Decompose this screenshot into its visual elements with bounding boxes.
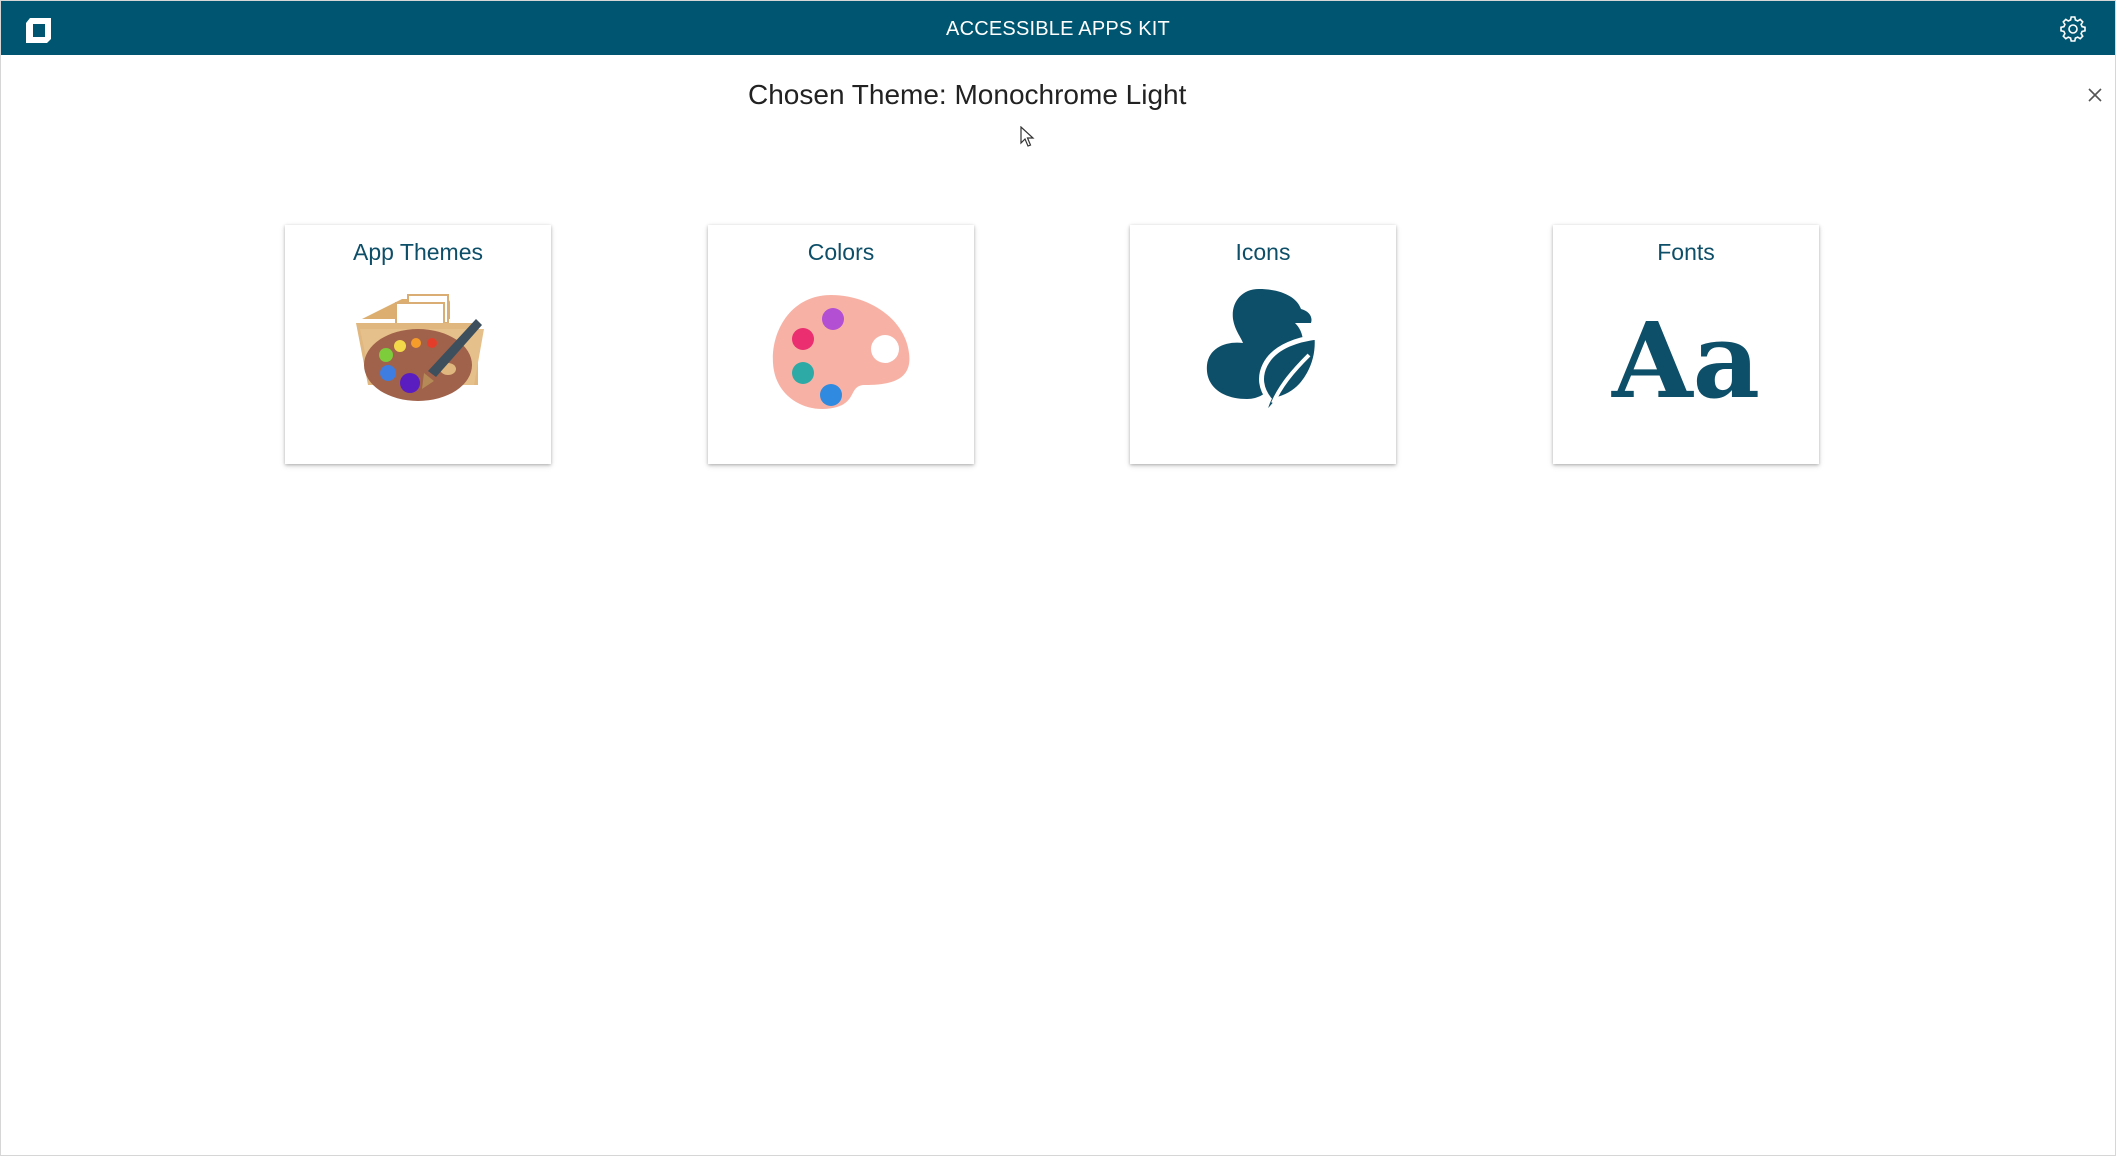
- close-button[interactable]: [2087, 87, 2103, 103]
- folder-palette-icon: [356, 294, 484, 401]
- tile-label: Colors: [807, 239, 875, 265]
- tile-label: Icons: [1235, 239, 1291, 265]
- close-icon: [2088, 88, 2102, 102]
- app-title: ACCESSIBLE APPS KIT: [946, 18, 1170, 40]
- tile-fonts[interactable]: Fonts Aa: [1553, 225, 1819, 464]
- font-sample-icon: Aa: [1611, 299, 1760, 422]
- tile-colors[interactable]: Colors: [708, 225, 974, 464]
- tile-label: App Themes: [353, 239, 483, 265]
- tile-label: Fonts: [1657, 239, 1715, 265]
- settings-button[interactable]: [2059, 15, 2087, 43]
- tile-icons[interactable]: Icons: [1130, 225, 1396, 464]
- app-window: ACCESSIBLE APPS KIT Chosen Theme: Monoch…: [0, 0, 2116, 1156]
- tile-app-themes[interactable]: App Themes: [285, 225, 551, 464]
- color-palette-icon: [772, 295, 910, 410]
- page-title: Chosen Theme: Monochrome Light: [748, 79, 1187, 110]
- gear-icon: [2060, 16, 2086, 42]
- title-bar: ACCESSIBLE APPS KIT: [1, 1, 2115, 55]
- font-sample-text: Aa: [1611, 299, 1760, 422]
- mouse-cursor-icon: [1020, 126, 1035, 147]
- duck-leaf-icon: [1206, 289, 1320, 426]
